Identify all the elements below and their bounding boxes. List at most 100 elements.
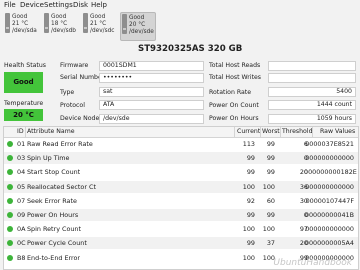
table-row[interactable]: 05 Reallocated Sector Ct 100 100 36 000000000… xyxy=(4,180,358,193)
rotation-rate-field: 5400 xyxy=(268,87,356,97)
temperature-label: Temperature xyxy=(4,100,44,107)
cell-worst: 99 xyxy=(266,168,275,177)
drive-path: /dev/sda xyxy=(12,28,37,34)
col-header-threshold[interactable]: Threshold xyxy=(282,127,313,137)
drive-status: Good xyxy=(129,15,145,21)
cell-raw: 00000000041B xyxy=(304,211,354,219)
cell-worst: 37 xyxy=(266,239,275,248)
cell-attribute: Raw Read Error Rate xyxy=(27,140,93,148)
drive-temp: 20 °C xyxy=(129,22,146,28)
col-header-id[interactable]: ID xyxy=(17,127,24,137)
type-field: sat xyxy=(99,87,204,97)
firmware-label: Firmware xyxy=(60,62,89,69)
menu-disk[interactable]: Disk xyxy=(73,0,88,11)
status-ok-icon xyxy=(7,183,13,190)
cell-raw: 000000000182E xyxy=(304,168,357,177)
power-on-hours-label: Power On Hours xyxy=(209,115,259,122)
col-header-current[interactable]: Current xyxy=(237,127,260,137)
hard-disk-icon xyxy=(83,13,88,33)
hard-disk-icon xyxy=(5,13,10,33)
status-ok-icon xyxy=(7,254,13,261)
serial-label: Serial Number xyxy=(60,74,105,81)
power-on-count-label: Power On Count xyxy=(209,102,259,109)
cell-raw: 0000037E8521 xyxy=(305,140,354,148)
status-ok-icon xyxy=(7,141,13,147)
col-header-worst[interactable]: Worst xyxy=(262,127,280,137)
cell-id: 01 xyxy=(17,140,26,148)
rotation-rate-label: Rotation Rate xyxy=(209,89,252,96)
status-ok-icon xyxy=(7,197,13,204)
table-row[interactable]: 04 Start Stop Count 99 99 20 000000000182E xyxy=(4,166,358,178)
status-ok-icon xyxy=(7,240,13,247)
drive-temp: 21 °C xyxy=(12,21,29,27)
cell-current: 99 xyxy=(246,168,255,177)
table-row[interactable]: 01 Raw Read Error Rate 113 99 6 0000037E8521 xyxy=(4,138,358,150)
drive-button-sdb[interactable]: Good 18 °C/dev/sdb xyxy=(43,12,77,39)
col-header-attribute[interactable]: Attribute Name xyxy=(27,127,75,137)
table-row[interactable]: 0A Spin Retry Count 100 100 97 000000000000 xyxy=(4,223,358,235)
cell-attribute: End-to-End Error xyxy=(27,253,81,262)
menu-device[interactable]: Device xyxy=(20,0,44,11)
cell-attribute: Spin Up Time xyxy=(27,154,70,163)
disk-title: ST9320325AS 320 GB xyxy=(138,44,243,54)
protocol-field: ATA xyxy=(99,100,204,110)
protocol-label: Protocol xyxy=(60,102,85,109)
cell-worst: 99 xyxy=(266,211,275,219)
cell-id: B8 xyxy=(17,253,26,262)
col-header-raw[interactable]: Raw Values xyxy=(320,127,355,137)
cell-worst: 100 xyxy=(262,182,275,191)
table-row[interactable]: 07 Seek Error Rate 92 60 30 00000107447F xyxy=(4,195,358,207)
cell-worst: 100 xyxy=(262,225,275,234)
device-node-field: /dev/sde xyxy=(99,114,204,124)
health-status-label: Health Status xyxy=(4,62,47,69)
status-ok-icon xyxy=(7,212,13,218)
cell-attribute: Seek Error Rate xyxy=(27,196,77,205)
total-host-reads-label: Total Host Reads xyxy=(209,62,261,69)
cell-worst: 99 xyxy=(266,154,275,163)
temperature-badge: 20 °C xyxy=(4,109,43,121)
cell-raw: 0000000005A4 xyxy=(304,239,354,248)
drive-status: Good xyxy=(90,14,106,20)
cell-raw: 00000107447F xyxy=(305,196,354,205)
cell-id: 09 xyxy=(17,211,26,219)
status-ok-icon xyxy=(7,169,13,176)
table-row[interactable]: 03 Spin Up Time 99 99 0 000000000000 xyxy=(4,152,358,165)
menu-help[interactable]: Help xyxy=(91,0,107,11)
table-row[interactable]: 09 Power On Hours 99 99 0 00000000041B xyxy=(4,209,358,221)
health-status-badge: Good xyxy=(4,72,43,93)
hard-disk-icon xyxy=(44,13,49,33)
drive-button-sdc[interactable]: Good 21 °C/dev/sdc xyxy=(82,12,116,39)
menu-file[interactable]: File xyxy=(4,0,16,11)
drive-status: Good xyxy=(51,14,67,20)
table-header: ID Attribute Name Current Worst Threshol… xyxy=(4,127,358,138)
total-host-reads-field xyxy=(268,61,356,71)
drive-path: /dev/sde xyxy=(129,29,154,35)
menu-settings[interactable]: Settings xyxy=(44,0,73,11)
cell-attribute: Spin Retry Count xyxy=(27,225,81,234)
cell-current: 99 xyxy=(246,211,255,219)
status-ok-icon xyxy=(7,155,13,162)
cell-current: 99 xyxy=(246,154,255,163)
drive-path: /dev/sdb xyxy=(51,28,76,34)
smart-attributes-table[interactable]: ID Attribute Name Current Worst Threshol… xyxy=(3,126,359,270)
cell-worst: 60 xyxy=(266,196,275,205)
cell-id: 04 xyxy=(17,168,26,177)
serial-field: •••••••• xyxy=(99,73,204,83)
cell-current: 113 xyxy=(242,140,255,148)
cell-attribute: Power On Hours xyxy=(27,211,79,219)
watermark: UbuntuHandbook xyxy=(273,258,352,268)
cell-current: 100 xyxy=(242,182,255,191)
cell-id: 03 xyxy=(17,154,26,163)
cell-current: 100 xyxy=(242,253,255,262)
cell-worst: 99 xyxy=(266,140,275,148)
device-node-label: Device Node xyxy=(60,115,100,122)
cell-id: 05 xyxy=(17,182,26,191)
power-on-hours-field: 1059 hours xyxy=(268,114,356,124)
cell-id: 0C xyxy=(17,239,26,248)
table-row[interactable]: 0C Power Cycle Count 99 37 20 0000000005A4 xyxy=(4,237,358,250)
drive-button-sda[interactable]: Good 21 °C/dev/sda xyxy=(4,12,38,39)
cell-id: 0A xyxy=(17,225,26,234)
drive-button-sde[interactable]: Good 20 °C/dev/sde xyxy=(120,12,156,41)
drive-path: /dev/sdc xyxy=(90,28,115,34)
cell-raw: 000000000000 xyxy=(305,225,354,234)
